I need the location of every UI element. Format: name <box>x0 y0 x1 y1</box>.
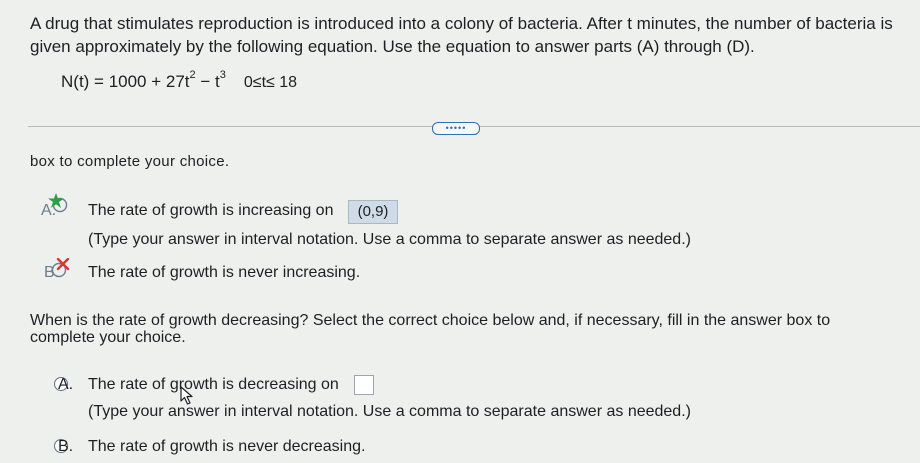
problem-text-line-1: A drug that stimulates reproduction is i… <box>30 14 893 33</box>
q1-option-b-letter: B. <box>44 264 60 281</box>
mouse-cursor-icon <box>180 386 193 405</box>
q2-option-b-text: The rate of growth is never decreasing. <box>88 438 366 455</box>
equation-exponent-3: 3 <box>219 69 226 81</box>
q1-option-b-text: The rate of growth is never increasing. <box>88 264 361 281</box>
q1-option-a-text: The rate of growth is increasing on <box>88 202 334 219</box>
expand-more-button[interactable]: ••••• <box>432 122 480 135</box>
q2-prompt-line-2: complete your choice. <box>30 329 186 346</box>
q1-option-a-hint: (Type your answer in interval notation. … <box>88 231 691 248</box>
q2-option-a-hint: (Type your answer in interval notation. … <box>88 403 691 420</box>
q2-answer-box[interactable] <box>354 375 374 395</box>
q2-option-a-letter: A. <box>58 376 74 393</box>
problem-text-line-2: given approximately by the following equ… <box>30 37 755 56</box>
partial-instruction: box to complete your choice. <box>30 153 230 170</box>
q1-answer-box[interactable]: (0,9) <box>348 200 398 224</box>
q2-prompt-line-1: When is the rate of growth decreasing? S… <box>30 312 831 329</box>
equation-lhs: N(t) = 1000 + 27t <box>61 72 190 91</box>
equation: N(t) = 1000 + 27t2 − t3 0≤t≤ 18 <box>61 69 298 92</box>
q2-option-b-letter: B. <box>58 438 74 455</box>
q2-option-a-text: The rate of growth is decreasing on <box>88 376 339 393</box>
equation-domain: 0≤t≤ 18 <box>243 74 298 91</box>
q1-option-a-letter: A. <box>41 202 57 219</box>
equation-mid: − t <box>195 72 220 91</box>
